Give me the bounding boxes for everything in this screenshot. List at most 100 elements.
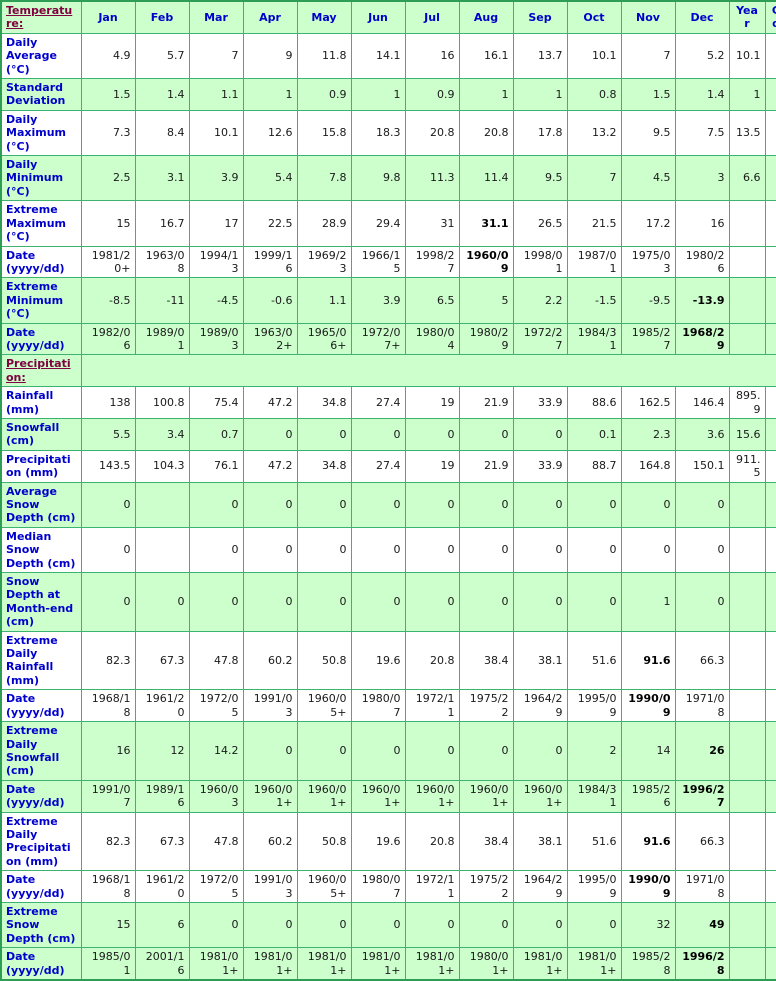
cell-jan: 138	[80, 386, 136, 419]
cell-oct: 10.1	[566, 32, 622, 80]
section-header-temperature: Temperature:	[0, 0, 82, 34]
cell-jan: 82.3	[80, 630, 136, 691]
column-header-sep: Sep	[512, 0, 568, 34]
cell-sep: 33.9	[512, 449, 568, 483]
cell-code: A	[764, 386, 776, 419]
cell-code: A	[764, 155, 776, 202]
cell-nov: 1985/28	[620, 947, 676, 981]
cell-mar: 1994/13	[188, 245, 244, 279]
column-header-jul: Jul	[404, 0, 460, 34]
table-row: Daily Minimum (°C) 2.5 3.1 3.9 5.4 7.8 9.8 11.3…	[0, 155, 776, 202]
cell-oct: 0	[566, 481, 622, 528]
cell-jan: 0	[80, 526, 136, 574]
cell-sep: 0	[512, 721, 568, 781]
cell-aug: 21.9	[458, 449, 514, 483]
table-body: Temperature: Jan Feb Mar Apr May Jun Jul Aug Sep O…	[0, 0, 776, 981]
cell-oct: 13.2	[566, 109, 622, 157]
cell-dec: 0	[674, 526, 730, 574]
row-label-standard-deviation: Standard Deviation	[0, 78, 82, 111]
cell-apr: 0	[242, 481, 298, 528]
cell-nov: 1	[620, 572, 676, 632]
cell-nov: 91.6	[620, 630, 676, 691]
cell-may: 50.8	[296, 811, 352, 872]
cell-may: 34.8	[296, 449, 352, 483]
cell-feb: 3.4	[134, 417, 190, 451]
cell-aug: 31.1	[458, 200, 514, 247]
row-label-daily-maximum: Daily Maximum (°C)	[0, 109, 82, 157]
cell-may: 1960/05+	[296, 689, 352, 723]
cell-year	[728, 322, 766, 356]
cell-year	[728, 200, 766, 247]
cell-jul: 6.5	[404, 277, 460, 324]
cell-dec: 1980/26	[674, 245, 730, 279]
cell-year: 911.5	[728, 449, 766, 483]
cell-sep: 1964/29	[512, 689, 568, 723]
cell-dec: 26	[674, 721, 730, 781]
cell-jul: 1981/01+	[404, 947, 460, 981]
cell-jul: 0	[404, 721, 460, 781]
row-label-median-snow-depth: Median Snow Depth (cm)	[0, 526, 82, 574]
cell-jan: 1991/07	[80, 779, 136, 813]
cell-jan: 0	[80, 481, 136, 528]
cell-may: 1.1	[296, 277, 352, 324]
cell-apr: -0.6	[242, 277, 298, 324]
cell-apr: 1991/03	[242, 870, 298, 903]
cell-sep: 1964/29	[512, 870, 568, 903]
cell-apr: 0	[242, 417, 298, 451]
column-header-may: May	[296, 0, 352, 34]
cell-aug: 0	[458, 721, 514, 781]
column-header-year: Year	[728, 0, 766, 34]
cell-oct: -1.5	[566, 277, 622, 324]
cell-jul: 0	[404, 901, 460, 949]
cell-year	[728, 481, 766, 528]
cell-apr: 1960/01+	[242, 779, 298, 813]
cell-may: 1960/01+	[296, 779, 352, 813]
cell-apr: 47.2	[242, 386, 298, 419]
cell-jan: 7.3	[80, 109, 136, 157]
cell-aug: 1980/01+	[458, 947, 514, 981]
cell-apr: 60.2	[242, 811, 298, 872]
cell-year	[728, 572, 766, 632]
cell-apr: 0	[242, 721, 298, 781]
table-row: Date (yyyy/dd) 1985/01 2001/16 1981/01+ 1981…	[0, 947, 776, 981]
cell-year	[728, 870, 766, 903]
cell-jun: 0	[350, 526, 406, 574]
cell-jan: 1.5	[80, 78, 136, 111]
column-header-aug: Aug	[458, 0, 514, 34]
cell-year	[728, 811, 766, 872]
cell-year	[728, 901, 766, 949]
cell-jul: 1972/11	[404, 689, 460, 723]
column-header-oct: Oct	[566, 0, 622, 34]
cell-apr: 47.2	[242, 449, 298, 483]
table-row: Median Snow Depth (cm)00000000000C	[0, 526, 776, 574]
cell-sep: 1	[512, 78, 568, 111]
cell-may: 34.8	[296, 386, 352, 419]
cell-jul: 1960/01+	[404, 779, 460, 813]
cell-nov: 91.6	[620, 811, 676, 872]
cell-jun: 1981/01+	[350, 947, 406, 981]
cell-nov: 1985/27	[620, 322, 676, 356]
cell-jun: 0	[350, 481, 406, 528]
cell-oct: 1984/31	[566, 322, 622, 356]
climate-data-table: Temperature: Jan Feb Mar Apr May Jun Jul Aug Sep O…	[0, 0, 776, 981]
cell-code: C	[764, 481, 776, 528]
cell-sep: 0	[512, 572, 568, 632]
cell-jul: 0	[404, 526, 460, 574]
cell-apr: 12.6	[242, 109, 298, 157]
row-label-extreme-maximum: Extreme Maximum (°C)	[0, 200, 82, 247]
cell-feb: 67.3	[134, 811, 190, 872]
cell-mar: 47.8	[188, 630, 244, 691]
row-label-average-snow-depth: Average Snow Depth (cm)	[0, 481, 82, 528]
cell-aug: 0	[458, 526, 514, 574]
cell-year	[728, 526, 766, 574]
cell-jun: 0	[350, 721, 406, 781]
cell-year	[728, 245, 766, 279]
cell-sep: 38.1	[512, 811, 568, 872]
cell-sep: 9.5	[512, 155, 568, 202]
cell-jun: 14.1	[350, 32, 406, 80]
cell-jun: 1966/15	[350, 245, 406, 279]
cell-oct: 21.5	[566, 200, 622, 247]
cell-mar: 1972/05	[188, 870, 244, 903]
cell-jan: 4.9	[80, 32, 136, 80]
cell-dec: 1971/08	[674, 689, 730, 723]
